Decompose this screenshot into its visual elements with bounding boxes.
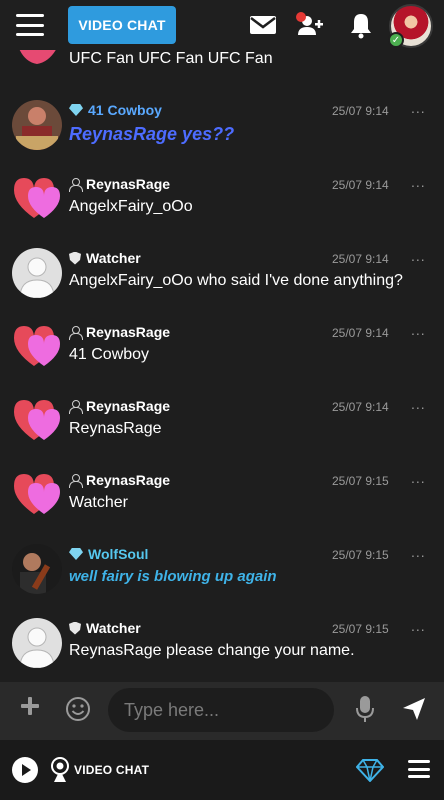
list-item: Watcher 25/07 9:15 ... ReynasRage please…: [0, 618, 444, 682]
more-options-icon[interactable]: ...: [411, 174, 426, 190]
timestamp: 25/07 9:14: [332, 178, 389, 192]
list-item: 41 Cowboy 25/07 9:14 ... ReynasRage yes?…: [0, 100, 444, 174]
user-icon: [69, 473, 83, 488]
list-item: Watcher 25/07 9:14 ... AngelxFairy_oOo w…: [0, 248, 444, 322]
more-options-icon[interactable]: ...: [411, 322, 426, 338]
user-icon: [69, 325, 83, 340]
username[interactable]: Watcher: [69, 250, 141, 266]
webcam-icon[interactable]: [50, 756, 70, 784]
message-text: well fairy is blowing up again: [69, 568, 277, 585]
diamond-icon: [69, 104, 83, 116]
more-options-icon[interactable]: ...: [411, 618, 426, 634]
username[interactable]: ReynasRage: [69, 176, 170, 192]
plus-icon[interactable]: [20, 696, 40, 716]
top-bar: VIDEO CHAT ✓: [0, 0, 444, 50]
hearts-avatar: [19, 50, 56, 64]
menu-icon[interactable]: [16, 14, 44, 36]
online-status-icon: ✓: [388, 32, 404, 48]
more-options-icon[interactable]: ...: [411, 100, 426, 116]
more-options-icon[interactable]: ...: [411, 544, 426, 560]
chat-messages: UFC Fan UFC Fan UFC Fan 41 Cowboy 25/07 …: [0, 50, 444, 682]
timestamp: 25/07 9:15: [332, 622, 389, 636]
send-icon[interactable]: [401, 696, 427, 722]
message-text: Watcher: [69, 494, 128, 511]
shield-icon: [69, 621, 81, 635]
username[interactable]: Watcher: [69, 620, 141, 636]
message-text: ReynasRage yes??: [69, 124, 235, 144]
hearts-avatar[interactable]: [12, 470, 62, 520]
username[interactable]: 41 Cowboy: [69, 102, 162, 118]
envelope-icon[interactable]: [248, 10, 278, 40]
message-text: AngelxFairy_oOo: [69, 198, 193, 215]
list-item: ReynasRage 25/07 9:14 ... ReynasRage: [0, 396, 444, 470]
avatar[interactable]: [12, 544, 62, 594]
list-item: UFC Fan UFC Fan UFC Fan: [0, 50, 444, 76]
timestamp: 25/07 9:14: [332, 252, 389, 266]
timestamp: 25/07 9:14: [332, 104, 389, 118]
user-icon: [69, 399, 83, 414]
username[interactable]: ReynasRage: [69, 324, 170, 340]
shield-icon: [69, 251, 81, 265]
timestamp: 25/07 9:15: [332, 548, 389, 562]
video-chat-button[interactable]: VIDEO CHAT: [68, 6, 176, 44]
timestamp: 25/07 9:14: [332, 326, 389, 340]
avatar[interactable]: [12, 100, 62, 150]
timestamp: 25/07 9:15: [332, 474, 389, 488]
message-text: 41 Cowboy: [69, 346, 150, 363]
avatar[interactable]: [12, 248, 62, 298]
list-item: ReynasRage 25/07 9:14 ... AngelxFairy_oO…: [0, 174, 444, 248]
bell-icon[interactable]: [346, 10, 376, 40]
timestamp: 25/07 9:14: [332, 400, 389, 414]
message-input[interactable]: [108, 688, 334, 732]
video-chat-link[interactable]: VIDEO CHAT: [74, 763, 149, 777]
list-item: WolfSoul 25/07 9:15 ... well fairy is bl…: [0, 544, 444, 618]
hearts-avatar[interactable]: [12, 396, 62, 446]
username[interactable]: WolfSoul: [69, 546, 148, 562]
username[interactable]: ReynasRage: [69, 472, 170, 488]
message-composer: [0, 682, 444, 740]
diamond-icon[interactable]: [356, 758, 384, 782]
more-options-icon[interactable]: ...: [411, 470, 426, 486]
hearts-avatar[interactable]: [12, 322, 62, 372]
microphone-icon[interactable]: [354, 694, 376, 724]
play-icon[interactable]: [12, 757, 38, 783]
username[interactable]: ReynasRage: [69, 398, 170, 414]
friend-request-icon[interactable]: [294, 10, 324, 40]
message-text: UFC Fan UFC Fan UFC Fan: [69, 50, 273, 67]
message-text: ReynasRage please change your name.: [69, 642, 355, 659]
hearts-avatar[interactable]: [12, 174, 62, 224]
diamond-icon: [69, 548, 83, 560]
more-options-icon[interactable]: ...: [411, 396, 426, 412]
list-item: ReynasRage 25/07 9:15 ... Watcher: [0, 470, 444, 544]
menu-icon[interactable]: [408, 760, 430, 778]
bottom-nav: VIDEO CHAT: [0, 740, 444, 800]
more-options-icon[interactable]: ...: [411, 248, 426, 264]
list-item: ReynasRage 25/07 9:14 ... 41 Cowboy: [0, 322, 444, 396]
message-text: ReynasRage: [69, 420, 162, 437]
message-text: AngelxFairy_oOo who said I've done anyth…: [69, 272, 403, 289]
emoji-icon[interactable]: [65, 696, 91, 722]
avatar[interactable]: [12, 618, 62, 668]
user-icon: [69, 177, 83, 192]
